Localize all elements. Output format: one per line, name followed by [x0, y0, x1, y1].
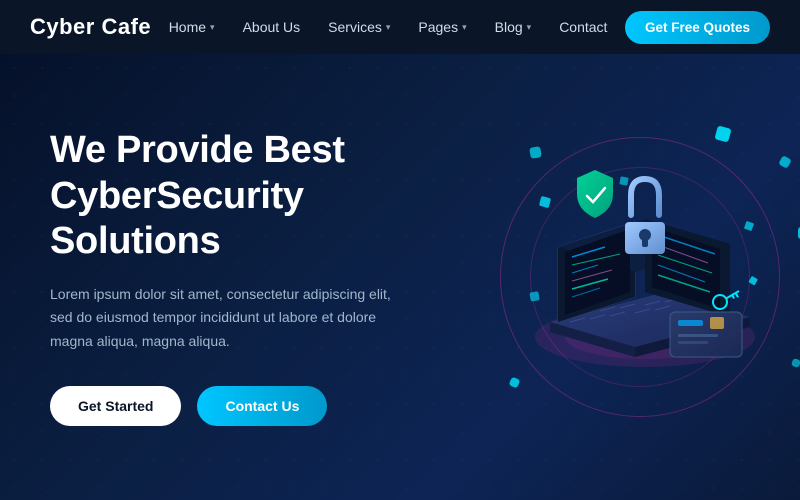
navbar: Cyber Cafe Home ▾ About Us Services ▾ Pa… [0, 0, 800, 54]
nav-item-about[interactable]: About Us [231, 13, 313, 41]
cyber-graphic [470, 107, 800, 447]
hero-text: We Provide Best CyberSecurity Solutions … [50, 128, 470, 426]
chevron-down-icon: ▾ [462, 22, 467, 33]
shield-icon [577, 170, 613, 218]
nav-item-blog[interactable]: Blog ▾ [483, 13, 544, 41]
chevron-down-icon: ▾ [527, 22, 532, 33]
nav-item-services[interactable]: Services ▾ [316, 13, 402, 41]
chevron-down-icon: ▾ [386, 22, 391, 33]
decorative-square-4 [791, 358, 800, 368]
chevron-down-icon: ▾ [210, 22, 215, 33]
hero-section: We Provide Best CyberSecurity Solutions … [0, 54, 800, 500]
nav-links: Home ▾ About Us Services ▾ Pages ▾ Blog … [157, 13, 620, 41]
nav-item-pages[interactable]: Pages ▾ [406, 13, 478, 41]
nav-item-home[interactable]: Home ▾ [157, 13, 227, 41]
nav-item-contact[interactable]: Contact [547, 13, 619, 41]
brand-logo[interactable]: Cyber Cafe [30, 14, 151, 40]
contact-us-button[interactable]: Contact Us [197, 386, 327, 426]
get-started-button[interactable]: Get Started [50, 386, 181, 426]
hero-title: We Provide Best CyberSecurity Solutions [50, 128, 470, 265]
get-free-quotes-button[interactable]: Get Free Quotes [625, 11, 770, 44]
hero-illustration [470, 54, 800, 500]
security-illustration [490, 137, 790, 417]
hero-subtitle: Lorem ipsum dolor sit amet, consectetur … [50, 283, 410, 354]
hero-buttons: Get Started Contact Us [50, 386, 470, 426]
